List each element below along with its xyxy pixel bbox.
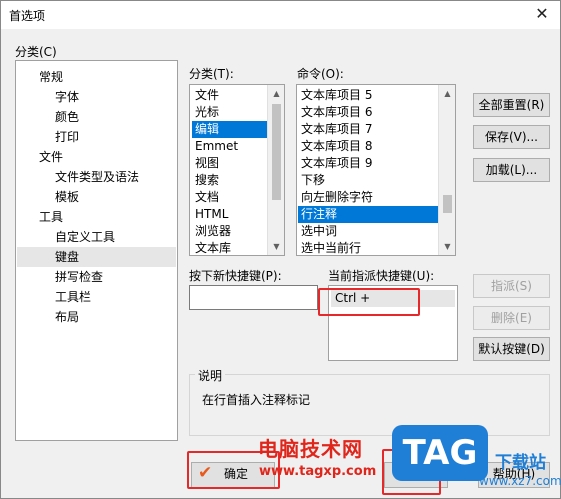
watermark-tag-logo: TAG <box>392 425 488 481</box>
watermark-site-name: 电脑技术网 <box>258 437 363 461</box>
watermark-url-2: www.xz7.com <box>479 474 561 488</box>
default-keys-button[interactable]: 默认按键(D) <box>473 337 550 361</box>
category-item[interactable]: 文本库 <box>192 240 267 255</box>
tree-item[interactable]: 模板 <box>17 187 176 207</box>
command-list[interactable]: ▲ ▼ 文本库项目 5 文本库项目 6 文本库项目 7 文本库项目 8 文本库项目 9下… <box>296 84 456 256</box>
command-item[interactable]: 文本库项目 7 <box>298 121 438 138</box>
tree-item[interactable]: 工具栏 <box>17 287 176 307</box>
category-list-label: 分类(T): <box>189 67 234 81</box>
tree-item[interactable]: 工具 <box>17 207 176 227</box>
reset-all-button[interactable]: 全部重置(R) <box>473 93 550 117</box>
command-item[interactable]: 文本库项目 9 <box>298 155 438 172</box>
scroll-thumb[interactable] <box>272 104 281 200</box>
tree-item[interactable]: 字体 <box>17 87 176 107</box>
description-label: 说明 <box>195 367 226 384</box>
tree-item[interactable]: 自定义工具 <box>17 227 176 247</box>
remove-button[interactable]: 删除(E) <box>473 306 550 330</box>
load-button[interactable]: 加载(L)... <box>473 158 550 182</box>
current-shortcut-label: 当前指派快捷键(U): <box>328 269 435 283</box>
scroll-up-icon[interactable]: ▲ <box>439 85 455 102</box>
shortcut-highlight-box <box>318 288 420 316</box>
scroll-up-icon[interactable]: ▲ <box>268 85 284 102</box>
description-text: 在行首插入注释标记 <box>202 393 311 407</box>
category-list[interactable]: ▲ ▼ 文件 光标 编辑 Emmet 视图 搜索 文档 HTML 浏览器 文本库 <box>189 84 285 256</box>
command-item[interactable]: 向左删除字符 <box>298 189 438 206</box>
assign-button[interactable]: 指派(S) <box>473 274 550 298</box>
close-icon[interactable]: ✕ <box>532 4 552 24</box>
command-item[interactable]: 文本库项目 6 <box>298 104 438 121</box>
new-shortcut-label: 按下新快捷键(P): <box>189 269 282 283</box>
tree-item[interactable]: 颜色 <box>17 107 176 127</box>
new-shortcut-input[interactable] <box>189 285 318 310</box>
scroll-down-icon[interactable]: ▼ <box>439 238 455 255</box>
category-tree[interactable]: 常规 字体 颜色 打印 文件 文件类型及语法 模板 工具 自定义工具 键盘 拼写检查 工具栏 布局 <box>15 60 178 441</box>
watermark-url: www.tagxp.com <box>259 464 377 479</box>
command-item[interactable]: 选中当前行 <box>298 240 438 255</box>
command-list-label: 命令(O): <box>297 67 344 81</box>
watermark-download-site: 下载站 <box>495 453 546 473</box>
category-item[interactable]: 浏览器 <box>192 223 267 240</box>
tree-item[interactable]: 键盘 <box>17 247 176 267</box>
category-item[interactable]: 视图 <box>192 155 267 172</box>
title-bar: 首选项 ✕ <box>1 1 560 29</box>
command-item[interactable]: 文本库项目 8 <box>298 138 438 155</box>
category-item[interactable]: Emmet <box>192 138 267 155</box>
command-item[interactable]: 下移 <box>298 172 438 189</box>
scroll-thumb[interactable] <box>443 195 452 213</box>
category-scrollbar[interactable]: ▲ ▼ <box>267 85 284 255</box>
tree-item[interactable]: 文件类型及语法 <box>17 167 176 187</box>
category-item[interactable]: HTML <box>192 206 267 223</box>
scroll-down-icon[interactable]: ▼ <box>268 238 284 255</box>
command-item[interactable]: 文本库项目 5 <box>298 87 438 104</box>
category-item[interactable]: 文件 <box>192 87 267 104</box>
tree-item[interactable]: 文件 <box>17 147 176 167</box>
category-item[interactable]: 文档 <box>192 189 267 206</box>
category-item[interactable]: 搜索 <box>192 172 267 189</box>
tree-item[interactable]: 常规 <box>17 67 176 87</box>
tree-item[interactable]: 拼写检查 <box>17 267 176 287</box>
tree-item[interactable]: 布局 <box>17 307 176 327</box>
tree-item[interactable]: 打印 <box>17 127 176 147</box>
preferences-dialog: 首选项 ✕ 分类(C) 常规 字体 颜色 打印 文件 文件类型及语法 模板 工具 自定义工具 键盘… <box>0 0 561 499</box>
category-item[interactable]: 编辑 <box>192 121 267 138</box>
command-item[interactable]: 选中词 <box>298 223 438 240</box>
window-title: 首选项 <box>9 9 46 23</box>
command-scrollbar[interactable]: ▲ ▼ <box>438 85 455 255</box>
category-tree-label: 分类(C) <box>15 45 57 59</box>
save-button[interactable]: 保存(V)... <box>473 125 550 149</box>
category-item[interactable]: 光标 <box>192 104 267 121</box>
command-item[interactable]: 行注释 <box>298 206 438 223</box>
